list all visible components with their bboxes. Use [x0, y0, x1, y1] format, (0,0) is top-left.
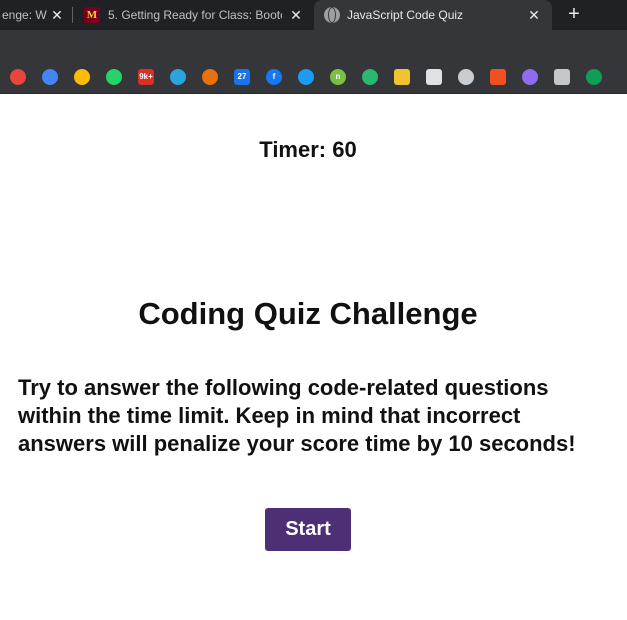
seal-icon[interactable]: [426, 69, 442, 85]
tab-getting-ready[interactable]: M 5. Getting Ready for Class: Bootc ✕: [74, 0, 312, 30]
browser-toolbar: [0, 30, 627, 60]
whatsapp-icon[interactable]: [106, 69, 122, 85]
telegram-icon[interactable]: [170, 69, 186, 85]
gmail-icon[interactable]: 9k+: [138, 69, 154, 85]
close-icon[interactable]: ✕: [49, 7, 65, 23]
microsoft-icon[interactable]: [490, 69, 506, 85]
tab-title: JavaScript Code Quiz: [347, 8, 464, 22]
tab-challenge[interactable]: enge: W ✕: [0, 0, 72, 30]
globe-icon: [324, 7, 340, 23]
new-tab-icon[interactable]: +: [562, 2, 586, 26]
dhs-icon[interactable]: [458, 69, 474, 85]
pdf-icon[interactable]: [554, 69, 570, 85]
facebook-icon[interactable]: f: [266, 69, 282, 85]
close-icon[interactable]: ✕: [526, 7, 542, 23]
tab-separator: [72, 7, 73, 23]
tab-strip: enge: W ✕ M 5. Getting Ready for Class: …: [0, 0, 627, 30]
timer-display: Timer: 60: [259, 137, 357, 162]
tab-javascript-code-quiz[interactable]: JavaScript Code Quiz ✕: [314, 0, 552, 30]
pinecone-icon[interactable]: [586, 69, 602, 85]
messages-icon[interactable]: [42, 69, 58, 85]
star-icon[interactable]: [202, 69, 218, 85]
bookmarks-bar: 9k+ 27 f n: [0, 60, 627, 94]
twitter-icon[interactable]: [298, 69, 314, 85]
chrome-icon[interactable]: [10, 69, 26, 85]
n-icon[interactable]: n: [330, 69, 346, 85]
keep-icon[interactable]: [74, 69, 90, 85]
quiz-instructions: Try to answer the following code-related…: [18, 375, 576, 456]
close-icon[interactable]: ✕: [288, 7, 304, 23]
page-title: Coding Quiz Challenge: [138, 296, 478, 331]
library-icon[interactable]: [394, 69, 410, 85]
umn-logo-icon: M: [84, 7, 100, 23]
tab-title: 5. Getting Ready for Class: Bootc: [108, 8, 282, 22]
start-button[interactable]: Start: [265, 508, 351, 551]
shield-icon[interactable]: [362, 69, 378, 85]
calendar-icon[interactable]: 27: [234, 69, 250, 85]
tab-title: enge: W: [2, 8, 47, 22]
sparkle-icon[interactable]: [522, 69, 538, 85]
